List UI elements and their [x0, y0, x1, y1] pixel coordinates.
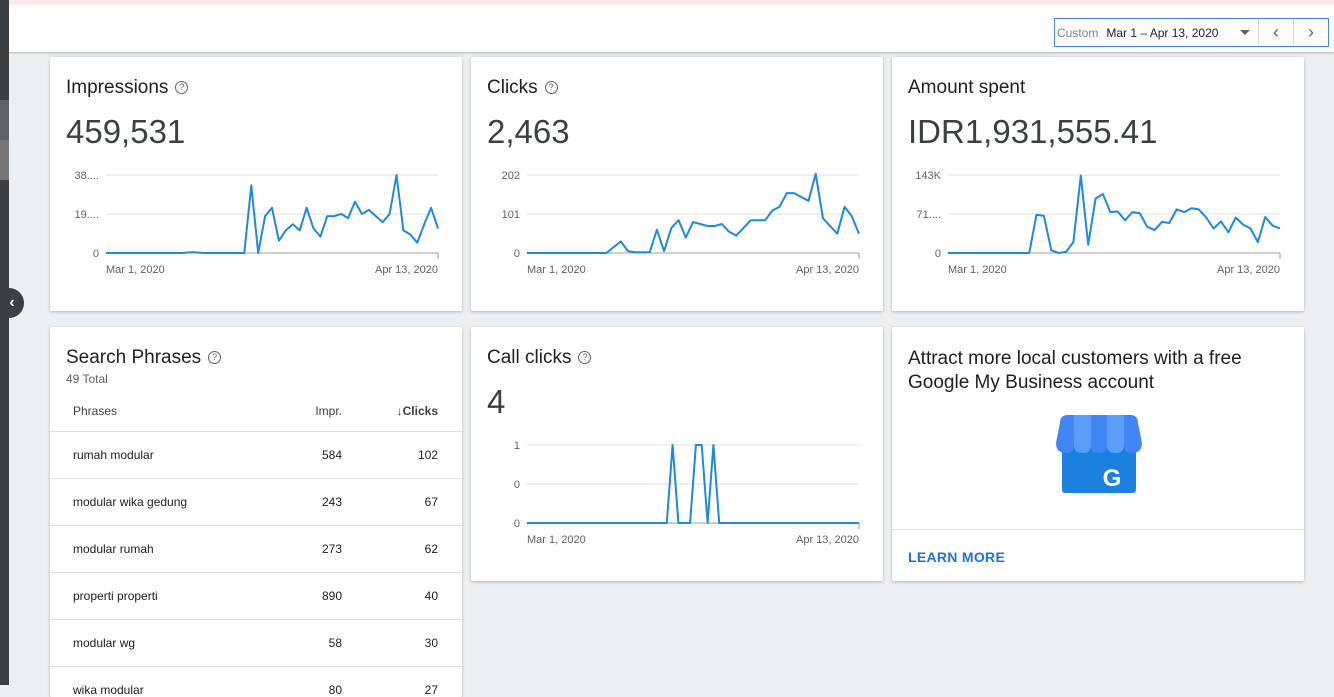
x-tick-label: Apr 13, 2020: [796, 534, 859, 546]
y-tick-label: 0: [935, 248, 941, 260]
help-icon[interactable]: ?: [175, 81, 188, 94]
divider: [892, 529, 1304, 530]
x-tick-label: Apr 13, 2020: [1217, 264, 1280, 276]
call-clicks-card: Call clicks? 4 1 0 0 Mar 1, 2020 Apr 13, 202…: [471, 327, 883, 581]
gmb-promo-card: Attract more local customers with a free…: [892, 327, 1304, 581]
impr-cell: 80: [251, 667, 342, 697]
clicks-cell: 40: [342, 573, 462, 620]
clicks-cell: 67: [342, 479, 462, 526]
clicks-title: Clicks: [487, 77, 538, 98]
y-tick-label: 1: [514, 440, 520, 452]
left-rail: [0, 0, 9, 685]
dropdown-caret-icon[interactable]: [1240, 30, 1250, 35]
series-line: [527, 174, 859, 253]
phrase-cell: modular wg: [50, 620, 251, 667]
column-header-phrases[interactable]: Phrases: [50, 391, 251, 432]
amount-spent-card: Amount spent IDR1,931,555.41 143K 71.... 0…: [892, 57, 1304, 311]
learn-more-button[interactable]: LEARN MORE: [908, 549, 1005, 565]
x-tick-label: Mar 1, 2020: [527, 534, 586, 546]
search-phrases-title: Search Phrases: [66, 347, 201, 368]
impressions-card: Impressions? 459,531 38.... 19.... 0 Mar 1,…: [50, 57, 462, 311]
collapse-panel-button[interactable]: ‹: [0, 288, 24, 318]
phrase-cell: wika modular: [50, 667, 251, 697]
clicks-cell: 102: [342, 432, 462, 479]
phrase-cell: modular rumah: [50, 526, 251, 573]
amount-spent-value: IDR1,931,555.41: [908, 113, 1158, 151]
y-tick-label: 0: [514, 518, 520, 530]
x-tick-label: Mar 1, 2020: [527, 264, 586, 276]
top-bar: Custom Mar 1 – Apr 13, 2020 ‹ ›: [9, 0, 1334, 52]
amount-spent-title: Amount spent: [908, 77, 1025, 98]
clicks-value: 2,463: [487, 113, 570, 151]
y-tick-label: 143K: [915, 170, 941, 182]
x-tick-label: Apr 13, 2020: [375, 264, 438, 276]
svg-text:G: G: [1103, 465, 1122, 492]
y-tick-label: 0: [514, 479, 520, 491]
table-row[interactable]: modular rumah27362: [50, 526, 462, 573]
impressions-chart: 38.... 19.... 0 Mar 1, 2020 Apr 13, 2020: [50, 165, 462, 285]
date-range-picker[interactable]: Custom Mar 1 – Apr 13, 2020 ‹ ›: [1054, 18, 1329, 47]
clicks-cell: 30: [342, 620, 462, 667]
y-tick-label: 19....: [75, 209, 99, 221]
google-my-business-icon: G: [1054, 415, 1144, 495]
date-range-value: Mar 1 – Apr 13, 2020: [1106, 26, 1236, 40]
promo-title: Attract more local customers with a free…: [908, 347, 1288, 395]
impressions-value: 459,531: [66, 113, 185, 151]
phrase-cell: modular wika gedung: [50, 479, 251, 526]
amount-spent-chart: 143K 71.... 0 Mar 1, 2020 Apr 13, 2020: [892, 165, 1304, 285]
table-row[interactable]: modular wg5830: [50, 620, 462, 667]
y-tick-label: 0: [514, 248, 520, 260]
left-rail-segment: [0, 140, 9, 180]
call-clicks-chart: 1 0 0 Mar 1, 2020 Apr 13, 2020: [471, 435, 883, 555]
search-phrases-table: Phrases Impr. ↓Clicks rumah modular58410…: [50, 391, 462, 697]
phrase-cell: properti properti: [50, 573, 251, 620]
help-icon[interactable]: ?: [578, 351, 591, 364]
column-header-impr[interactable]: Impr.: [251, 391, 342, 432]
call-clicks-title: Call clicks: [487, 347, 571, 368]
clicks-cell: 27: [342, 667, 462, 697]
clicks-card: Clicks? 2,463 202 101 0 Mar 1, 2020 Apr 13, …: [471, 57, 883, 311]
impr-cell: 273: [251, 526, 342, 573]
x-tick-label: Apr 13, 2020: [796, 264, 859, 276]
y-tick-label: 0: [93, 248, 99, 260]
table-row[interactable]: modular wika gedung24367: [50, 479, 462, 526]
chevron-left-icon: ‹: [9, 294, 14, 312]
impr-cell: 584: [251, 432, 342, 479]
help-icon[interactable]: ?: [545, 81, 558, 94]
impr-cell: 243: [251, 479, 342, 526]
table-row[interactable]: wika modular8027: [50, 667, 462, 697]
chevron-left-icon[interactable]: ‹: [1258, 19, 1293, 46]
table-row[interactable]: properti properti89040: [50, 573, 462, 620]
clicks-header-label: Clicks: [403, 404, 438, 418]
call-clicks-value: 4: [487, 383, 505, 421]
search-phrases-card: Search Phrases? 49 Total Phrases Impr. ↓…: [50, 327, 462, 697]
clicks-chart: 202 101 0 Mar 1, 2020 Apr 13, 2020: [471, 165, 883, 285]
chevron-right-icon[interactable]: ›: [1293, 19, 1328, 46]
phrase-cell: rumah modular: [50, 432, 251, 479]
impr-cell: 890: [251, 573, 342, 620]
help-icon[interactable]: ?: [208, 351, 221, 364]
y-tick-label: 202: [502, 170, 520, 182]
date-range-label: Custom: [1057, 26, 1098, 40]
column-header-clicks[interactable]: ↓Clicks: [342, 391, 462, 432]
impr-cell: 58: [251, 620, 342, 667]
impressions-title: Impressions: [66, 77, 168, 98]
left-rail-segment: [0, 100, 9, 140]
y-tick-label: 101: [502, 209, 520, 221]
x-tick-label: Mar 1, 2020: [948, 264, 1007, 276]
x-tick-label: Mar 1, 2020: [106, 264, 165, 276]
table-row[interactable]: rumah modular584102: [50, 432, 462, 479]
search-phrases-total: 49 Total: [66, 372, 108, 386]
table-header-row: Phrases Impr. ↓Clicks: [50, 391, 462, 432]
clicks-cell: 62: [342, 526, 462, 573]
y-tick-label: 38....: [75, 170, 99, 182]
y-tick-label: 71....: [917, 209, 941, 221]
